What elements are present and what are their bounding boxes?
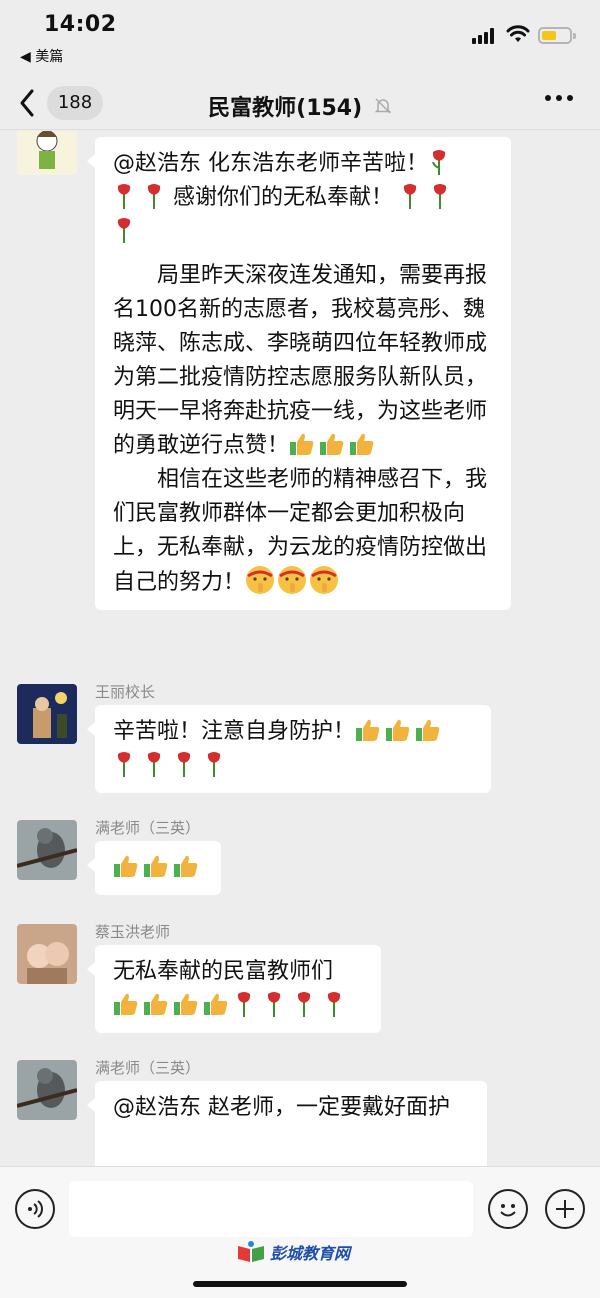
thumbs-up-icon [416,719,440,741]
group-title-text: 民富教师(154) [208,96,363,121]
thumbs-up-icon [320,433,344,455]
thumbs-up-icon [350,433,374,455]
sender-name: 满老师（三英） [95,819,201,837]
rose-icon [147,184,161,209]
sender-name: 满老师（三英） [95,1059,201,1077]
rose-icon [117,218,131,243]
rose-icon [147,752,161,777]
rose-icon [432,150,446,175]
sender-name: 蔡玉洪老师 [95,923,171,941]
sender-avatar[interactable] [17,924,77,984]
group-title[interactable]: 民富教师(154) [0,90,600,122]
thumbs-up-icon [174,855,198,877]
rose-icon [117,752,131,777]
watermark-text: 彭城教育网 [270,1244,351,1263]
chat-message-list[interactable]: @赵浩东 化东浩东老师辛苦啦！ 感谢你们的无私奉献！ 局里昨天深夜连发通知，需要… [0,131,600,1166]
more-ellipsis-icon[interactable] [544,88,574,110]
message-bubble[interactable] [87,841,221,895]
rose-icon [327,992,341,1017]
battery-icon [538,27,576,44]
status-bar: 14:02 ◀ 美篇 [0,0,600,78]
message-text: @赵浩东 赵老师，一定要戴好面护 [113,1095,450,1120]
voice-icon[interactable] [15,1189,55,1229]
sender-avatar[interactable] [17,1060,77,1120]
rose-icon [207,752,221,777]
thumbs-up-icon [204,993,228,1015]
thumbs-up-icon [144,855,168,877]
chat-header: 188 民富教师(154) [0,78,600,130]
status-time: 14:02 [44,12,117,37]
sender-avatar[interactable] [17,820,77,880]
cellular-signal-icon [472,28,498,44]
shush-face-icon [310,566,339,594]
rose-icon [433,184,447,209]
rose-icon [177,752,191,777]
message-bubble[interactable]: 无私奉献的民富教师们 [87,945,381,1033]
wifi-icon [506,25,530,42]
message-text: 局里昨天深夜连发通知，需要再报名100名新的志愿者，我校葛亮彤、魏晓萍、陈志成、… [113,263,488,458]
thumbs-up-icon [356,719,380,741]
bell-muted-icon [374,97,392,119]
shush-face-icon [278,566,307,594]
rose-icon [267,992,281,1017]
message-bubble[interactable]: @赵浩东 化东浩东老师辛苦啦！ 感谢你们的无私奉献！ 局里昨天深夜连发通知，需要… [87,137,511,610]
rose-icon [117,184,131,209]
message-bubble[interactable]: @赵浩东 赵老师，一定要戴好面护 [87,1081,487,1166]
rose-icon [237,992,251,1017]
smiley-icon[interactable] [488,1189,528,1229]
thumbs-up-icon [290,433,314,455]
message-text-input[interactable] [69,1181,473,1237]
home-indicator[interactable] [193,1281,407,1287]
thumbs-up-icon [114,993,138,1015]
message-text: 感谢你们的无私奉献！ [173,185,394,210]
sender-name: 王丽校长 [95,683,156,701]
sender-avatar[interactable] [17,131,77,175]
thumbs-up-icon [386,719,410,741]
thumbs-up-icon [174,993,198,1015]
rose-icon [403,184,417,209]
shush-face-icon [246,566,275,594]
back-to-app-link[interactable]: ◀ 美篇 [20,46,63,66]
sender-avatar[interactable] [17,684,77,744]
message-text: 辛苦啦！注意自身防护！ [113,719,356,744]
rose-icon [297,992,311,1017]
thumbs-up-icon [144,993,168,1015]
thumbs-up-icon [114,855,138,877]
plus-icon[interactable] [545,1189,585,1229]
watermark: 彭城教育网 [236,1239,350,1265]
book-logo-icon [238,1241,264,1262]
message-text: 无私奉献的民富教师们 [113,959,334,984]
message-input-bar: 彭城教育网 [0,1166,600,1298]
message-bubble[interactable]: 辛苦啦！注意自身防护！ [87,705,491,793]
message-text: @赵浩东 化东浩东老师辛苦啦！ [113,151,428,176]
